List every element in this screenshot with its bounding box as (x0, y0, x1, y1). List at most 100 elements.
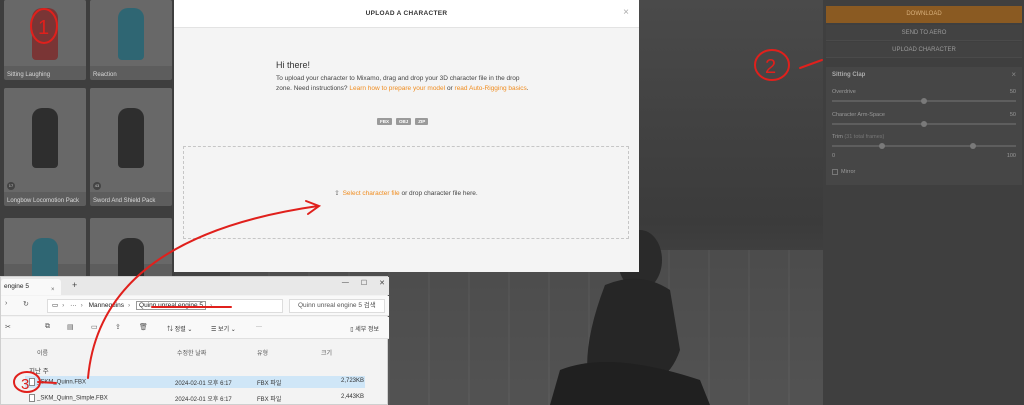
file-name: _SKM_Quinn.FBX (29, 378, 86, 386)
tab-title: engine 5 (4, 283, 29, 290)
trim-min: 0 (832, 153, 836, 159)
trim-max: 100 (1006, 153, 1016, 159)
card-thumbnail (4, 0, 86, 66)
card-name: Reaction (93, 72, 117, 78)
slider-handle[interactable] (921, 98, 927, 104)
copy-icon[interactable]: ⧉ (45, 323, 50, 331)
card-name: Longbow Locomotion Pack (7, 198, 80, 204)
file-name: _SKM_Quinn_Simple.FBX (29, 394, 108, 402)
card-thumbnail (90, 0, 172, 66)
prepare-model-link[interactable]: Learn how to prepare your model (349, 85, 445, 92)
overdrive-slider[interactable] (832, 98, 1016, 104)
upload-character-modal: UPLOAD A CHARACTER × Hi there! To upload… (174, 0, 639, 272)
sort-dropdown[interactable]: ⇅ 정렬 ⌄ (167, 324, 192, 333)
library-card[interactable]: Sitting Laughing (4, 0, 86, 80)
upload-character-button[interactable]: UPLOAD CHARACTER (826, 42, 1022, 58)
column-size[interactable]: 크기 (321, 348, 332, 357)
intro-end: . (526, 85, 529, 92)
auto-rigging-link[interactable]: read Auto-Rigging basics (455, 85, 527, 92)
close-icon[interactable]: × (1011, 70, 1016, 79)
maximize-icon[interactable]: ☐ (361, 279, 367, 287)
breadcrumb-current[interactable]: Quinn unreal engine 5 (136, 301, 206, 310)
new-tab-button[interactable]: + (72, 280, 77, 290)
card-name: Sitting Laughing (7, 72, 51, 78)
search-input[interactable]: Quinn unreal engine 5 검색 (289, 299, 385, 313)
slider-handle[interactable] (879, 143, 885, 149)
close-icon[interactable]: × (623, 8, 629, 18)
download-button[interactable]: DOWNLOAD (826, 6, 1022, 23)
details-label: 세부 정보 (355, 327, 379, 333)
card-thumbnail (4, 218, 86, 278)
trim-label: Trim (31 total frames) (832, 134, 884, 140)
forward-icon[interactable]: › (5, 300, 7, 307)
more-options-button[interactable]: ··· (256, 324, 262, 330)
right-panel (823, 0, 1024, 405)
trim-label-text: Trim (832, 134, 843, 140)
file-icon (29, 394, 35, 402)
tab-bar: engine 5 × + — ☐ ✕ (1, 277, 389, 295)
library-card[interactable] (4, 218, 86, 278)
send-to-aero-button[interactable]: SEND TO AERO (826, 25, 1022, 41)
file-size: 2,443KB (341, 394, 365, 400)
file-name-text: _SKM_Quinn.FBX (37, 379, 87, 386)
column-modified[interactable]: 수정한 날짜 (177, 348, 206, 357)
window-controls: — ☐ ✕ (342, 279, 385, 287)
overdrive-value: 50 (1009, 89, 1016, 95)
format-badge: FBX (377, 118, 392, 125)
arm-space-slider[interactable] (832, 121, 1016, 127)
drop-zone[interactable]: ⇪ Select character file or drop characte… (183, 146, 629, 239)
computer-icon: ▭ (52, 302, 59, 309)
group-header[interactable]: 지난 주 (29, 365, 49, 375)
intro-text: To upload your character to Mixamo, drag… (276, 74, 536, 94)
file-name-text: _SKM_Quinn_Simple.FBX (37, 395, 108, 402)
mirror-checkbox[interactable] (832, 169, 838, 175)
refresh-icon[interactable]: ↻ (23, 300, 29, 308)
library-card[interactable]: Reaction (90, 0, 172, 80)
overdrive-label: Overdrive (832, 89, 856, 95)
file-row[interactable]: _SKM_Quinn.FBX 2024-02-01 오후 6:17 FBX 파일… (25, 376, 365, 388)
select-file-link[interactable]: Select character file (343, 190, 400, 197)
animation-title: Sitting Clap (832, 72, 866, 78)
modal-header: UPLOAD A CHARACTER × (174, 0, 639, 28)
close-window-icon[interactable]: ✕ (379, 279, 385, 287)
explorer-tab[interactable]: engine 5 × (1, 279, 61, 295)
library-card[interactable]: 43 Sword And Shield Pack (90, 88, 172, 206)
column-name[interactable]: 이름 (37, 348, 48, 357)
slider-handle[interactable] (970, 143, 976, 149)
file-row[interactable]: _SKM_Quinn_Simple.FBX 2024-02-01 오후 6:17… (25, 392, 365, 404)
file-type: FBX 파일 (257, 381, 282, 387)
file-size: 2,723KB (341, 378, 365, 384)
file-modified: 2024-02-01 오후 6:17 (175, 397, 232, 403)
view-dropdown[interactable]: ☰ 보기 ⌄ (211, 324, 236, 333)
breadcrumb[interactable]: ▭ › ··· › Mannequins › Quinn unreal engine … (47, 299, 283, 313)
animation-settings-panel: Sitting Clap × Overdrive 50 Character Ar… (826, 67, 1022, 185)
cut-icon[interactable]: ✂ (5, 323, 11, 331)
file-type: FBX 파일 (257, 397, 282, 403)
delete-icon[interactable]: 🗑 (139, 323, 148, 331)
explorer-toolbar: ✂ ⧉ ▤ ▭ ⇪ 🗑 ⇅ 정렬 ⌄ ☰ 보기 ⌄ ··· ▯ 세부 정보 (1, 317, 389, 339)
card-thumbnail (90, 88, 172, 192)
minimize-icon[interactable]: — (342, 279, 349, 287)
format-badge: ZIP (415, 118, 429, 125)
trim-slider[interactable] (832, 143, 1016, 149)
arm-space-label: Character Arm-Space (832, 112, 885, 118)
drop-zone-text: ⇪ Select character file or drop characte… (184, 189, 628, 197)
breadcrumb-item[interactable]: Mannequins (89, 302, 124, 309)
upload-icon: ⇪ (334, 190, 340, 197)
greeting: Hi there! (276, 60, 311, 70)
slider-handle[interactable] (921, 121, 927, 127)
breadcrumb-more[interactable]: ··· (70, 302, 77, 309)
library-card[interactable] (90, 218, 172, 278)
paste-icon[interactable]: ▤ (67, 323, 74, 331)
rename-icon[interactable]: ▭ (91, 323, 98, 331)
card-thumbnail (90, 218, 172, 278)
supported-formats: FBX OBJ ZIP (377, 118, 429, 125)
sort-label: 정렬 (174, 327, 186, 333)
column-type[interactable]: 유형 (257, 348, 268, 357)
share-icon[interactable]: ⇪ (115, 323, 121, 331)
library-card[interactable]: 17 Longbow Locomotion Pack (4, 88, 86, 206)
card-count-badge: 17 (7, 182, 15, 190)
format-badge: OBJ (396, 118, 412, 125)
view-label: 보기 (218, 327, 230, 333)
details-pane-button[interactable]: ▯ 세부 정보 (350, 324, 379, 333)
